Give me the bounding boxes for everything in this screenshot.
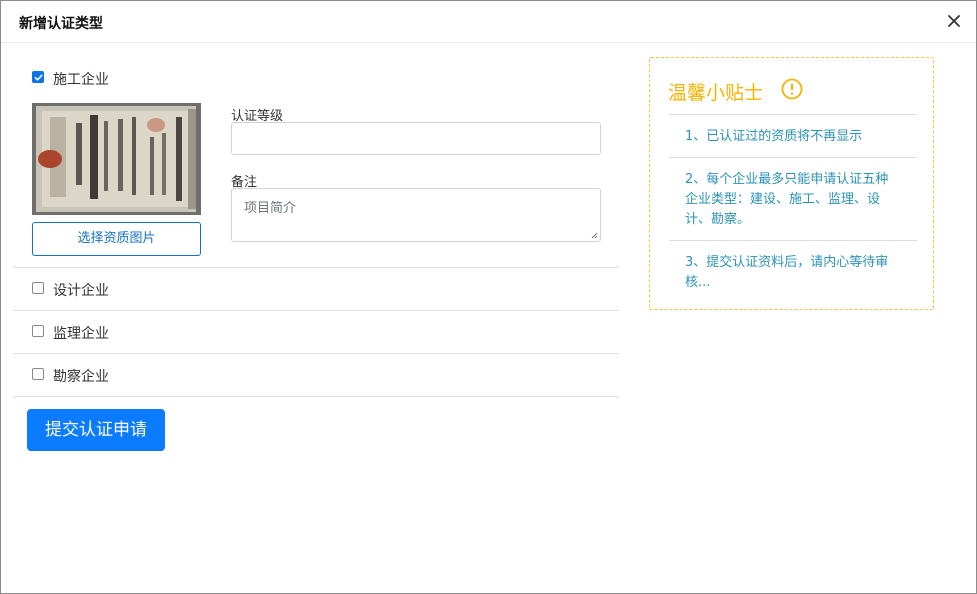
section-design: 设计企业 (13, 268, 619, 311)
tips-panel: 温馨小贴士 1、已认证过的资质将不再显示 2、每个企业最多只能申请认证五种企业类… (649, 57, 934, 310)
resize-handle-icon[interactable] (591, 232, 598, 239)
certification-form: 施工企业 选择资质图片 认证等级 备注 项目简介 设计企业 监理企业 勘察企业 (13, 43, 619, 397)
tip-item: 2、每个企业最多只能申请认证五种企业类型：建设、施工、监理、设计、勘察。 (669, 157, 917, 240)
tip-item: 1、已认证过的资质将不再显示 (669, 114, 917, 157)
add-certification-dialog: 新增认证类型 施工企业 选择资质图片 认证等级 备注 项目简介 设计企业 监理企… (0, 0, 977, 594)
supervision-label: 监理企业 (53, 326, 109, 342)
section-survey: 勘察企业 (13, 354, 619, 397)
remark-placeholder: 项目简介 (244, 201, 297, 216)
supervision-checkbox[interactable] (32, 325, 44, 337)
survey-checkbox[interactable] (32, 368, 44, 380)
qualification-image (32, 103, 201, 215)
close-icon[interactable] (946, 13, 962, 29)
section-supervision: 监理企业 (13, 311, 619, 354)
dialog-header: 新增认证类型 (1, 1, 976, 43)
remark-textarea[interactable]: 项目简介 (231, 188, 601, 242)
dialog-title: 新增认证类型 (19, 16, 103, 32)
tip-item: 3、提交认证资料后，请内心等待审核... (669, 240, 917, 303)
tips-list: 1、已认证过的资质将不再显示 2、每个企业最多只能申请认证五种企业类型：建设、施… (669, 114, 917, 303)
construction-label: 施工企业 (53, 72, 109, 88)
level-input[interactable] (231, 122, 601, 155)
construction-checkbox[interactable] (32, 71, 44, 83)
submit-certification-button[interactable]: 提交认证申请 (27, 409, 165, 451)
section-construction: 施工企业 选择资质图片 认证等级 备注 项目简介 (13, 43, 619, 268)
choose-image-button[interactable]: 选择资质图片 (32, 222, 201, 256)
design-label: 设计企业 (53, 283, 109, 299)
info-circle-icon (781, 78, 803, 100)
tips-title: 温馨小贴士 (668, 82, 764, 104)
survey-label: 勘察企业 (53, 369, 109, 385)
design-checkbox[interactable] (32, 282, 44, 294)
